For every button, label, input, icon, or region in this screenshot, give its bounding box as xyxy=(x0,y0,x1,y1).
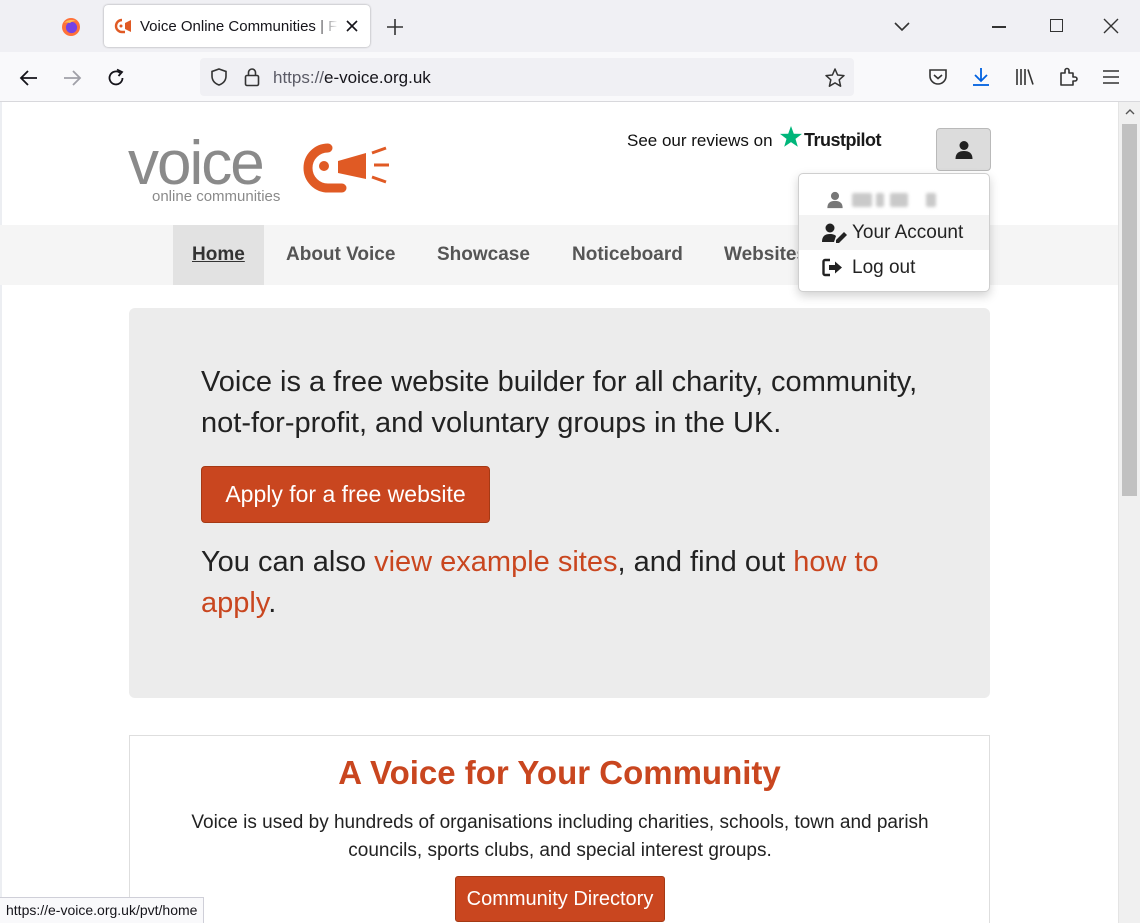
hero-also-prefix: You can also xyxy=(201,546,375,578)
log-out-label: Log out xyxy=(852,257,916,278)
user-icon xyxy=(827,191,843,209)
voice-logo[interactable]: voice online communities xyxy=(128,126,398,206)
blurred-username xyxy=(852,193,942,207)
maximize-button[interactable] xyxy=(1050,19,1063,32)
reviews-text: See our reviews on xyxy=(627,131,773,150)
back-arrow-icon[interactable] xyxy=(18,67,40,89)
community-card: A Voice for Your Community Voice is used… xyxy=(129,735,990,923)
hero-also-middle: , and find out xyxy=(617,546,794,578)
close-tab-icon[interactable] xyxy=(342,16,362,36)
trustpilot-link[interactable]: Trustpilot xyxy=(804,130,882,151)
hero-panel: Voice is a free website builder for all … xyxy=(129,308,990,698)
firefox-icon[interactable] xyxy=(61,17,81,37)
community-text: Voice is used by hundreds of organisatio… xyxy=(191,812,929,861)
nav-showcase[interactable]: Showcase xyxy=(437,225,530,285)
extensions-icon[interactable] xyxy=(1056,65,1080,89)
nav-websites[interactable]: Websites xyxy=(724,225,807,285)
lock-icon[interactable] xyxy=(243,67,261,87)
bookmark-star-icon[interactable] xyxy=(824,67,846,89)
dropdown-username xyxy=(799,180,989,215)
browser-tab-bar: Voice Online Communities | Free Websites… xyxy=(0,0,1140,52)
reload-icon[interactable] xyxy=(105,67,127,89)
sign-out-icon xyxy=(822,258,842,277)
nav-about-voice[interactable]: About Voice xyxy=(286,225,395,285)
forward-arrow-icon[interactable] xyxy=(61,67,83,89)
log-out-item[interactable]: Log out xyxy=(799,250,989,285)
download-icon[interactable] xyxy=(969,65,993,89)
your-account-label: Your Account xyxy=(852,222,964,243)
megaphone-icon xyxy=(303,143,389,193)
shield-icon[interactable] xyxy=(209,67,229,87)
vertical-scrollbar[interactable] xyxy=(1118,102,1140,923)
close-window-icon[interactable] xyxy=(1103,18,1119,34)
menu-icon[interactable] xyxy=(1099,65,1123,89)
url-protocol: https:// xyxy=(273,68,325,87)
chevron-down-icon[interactable] xyxy=(892,18,912,34)
user-icon xyxy=(955,141,973,159)
minimize-button[interactable] xyxy=(992,26,1006,28)
new-tab-icon[interactable] xyxy=(384,16,406,38)
nav-home[interactable]: Home xyxy=(173,225,264,285)
active-tab[interactable]: Voice Online Communities | Free Websites… xyxy=(104,5,370,47)
browser-toolbar: https://e-voice.org.uk xyxy=(0,52,1140,102)
tab-title: Voice Online Communities | Free Websites… xyxy=(140,18,338,35)
scroll-up-arrow-icon[interactable] xyxy=(1124,106,1136,118)
scrollbar-thumb[interactable] xyxy=(1122,124,1137,496)
community-title: A Voice for Your Community xyxy=(338,754,781,791)
hero-links-text: You can also view example sites, and fin… xyxy=(201,542,921,624)
trustpilot-star-icon[interactable] xyxy=(779,125,803,149)
url-text: https://e-voice.org.uk xyxy=(273,68,431,88)
user-dropdown-menu: Your Account Log out xyxy=(798,173,990,292)
user-edit-icon xyxy=(822,223,847,243)
user-menu-button[interactable] xyxy=(936,128,991,171)
hero-intro: Voice is a free website builder for all … xyxy=(201,366,918,439)
logo-tagline: online communities xyxy=(152,188,280,205)
nav-noticeboard[interactable]: Noticeboard xyxy=(572,225,683,285)
url-host: e-voice.org.uk xyxy=(324,68,431,87)
page-viewport: voice online communities See our reviews… xyxy=(0,102,1140,923)
status-bar-url: https://e-voice.org.uk/pvt/home xyxy=(0,897,205,923)
hero-also-suffix: . xyxy=(268,587,277,619)
community-directory-button[interactable]: Community Directory xyxy=(455,876,665,922)
view-example-sites-link[interactable]: view example sites xyxy=(374,546,617,578)
pocket-icon[interactable] xyxy=(926,65,950,89)
address-bar[interactable]: https://e-voice.org.uk xyxy=(200,58,854,96)
voice-favicon-icon xyxy=(114,18,131,34)
apply-free-website-button[interactable]: Apply for a free website xyxy=(201,466,490,523)
your-account-item[interactable]: Your Account xyxy=(799,215,989,250)
library-icon[interactable] xyxy=(1013,65,1037,89)
